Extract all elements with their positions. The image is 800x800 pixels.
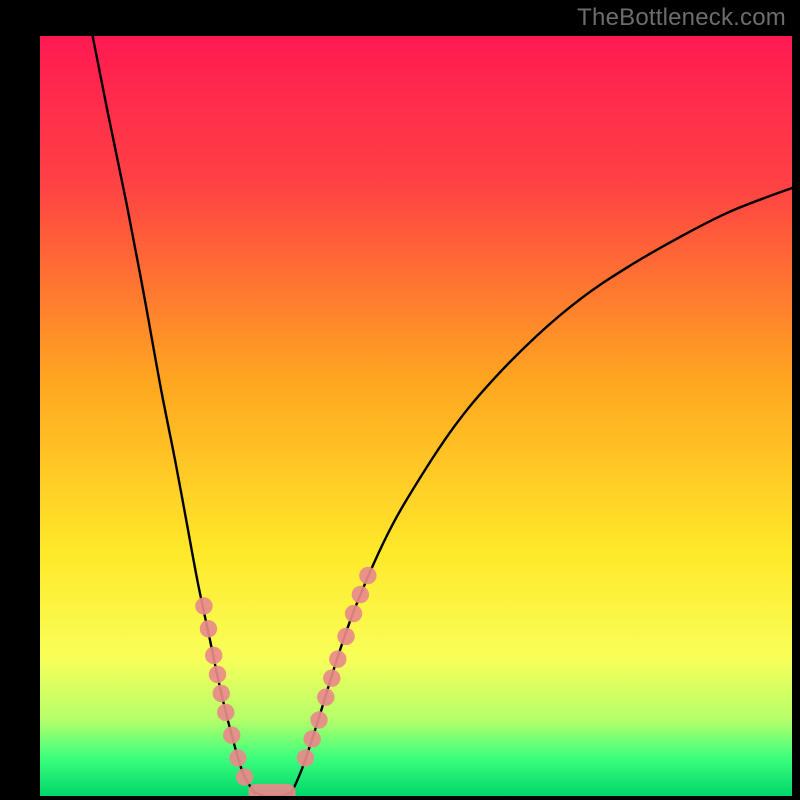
left-dots-point	[236, 768, 253, 785]
right-dots-point	[297, 749, 314, 766]
right-dots-point	[352, 586, 369, 603]
left-dots-point	[217, 704, 234, 721]
left-dots-point	[223, 727, 240, 744]
right-dots-point	[329, 651, 346, 668]
left-dots-point	[195, 597, 212, 614]
right-dots-point	[317, 689, 334, 706]
plot-area	[40, 36, 792, 796]
right-dots-point	[345, 605, 362, 622]
floor-bar	[248, 784, 295, 796]
right-dots-point	[337, 628, 354, 645]
watermark-text: TheBottleneck.com	[577, 4, 786, 32]
gradient-bg	[40, 36, 792, 796]
chart-frame: TheBottleneck.com	[0, 0, 800, 800]
left-dots-point	[229, 749, 246, 766]
right-dots-point	[359, 567, 376, 584]
right-dots-point	[310, 711, 327, 728]
right-dots-point	[304, 730, 321, 747]
chart-svg	[40, 36, 792, 796]
right-dots-point	[323, 670, 340, 687]
left-dots-point	[200, 620, 217, 637]
left-dots-point	[205, 647, 222, 664]
left-dots-point	[209, 666, 226, 683]
left-dots-point	[213, 685, 230, 702]
